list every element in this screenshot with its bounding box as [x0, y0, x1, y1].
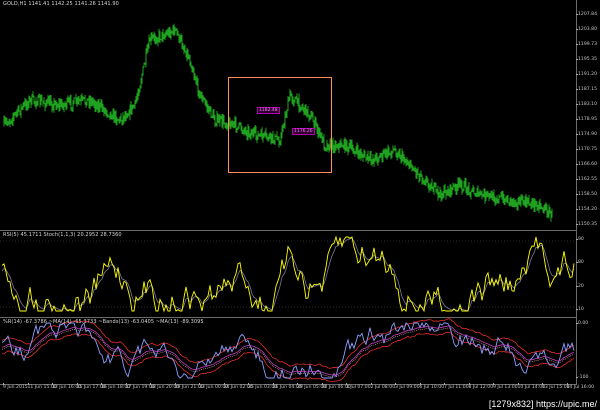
price-marker-lower[interactable]: 1176.26	[292, 128, 315, 135]
price-axis-tick: 1162.55	[576, 177, 597, 182]
rsi-stoch-panel[interactable]: RSI(5) 45.1711 Stoch(1,1,3) 20.2952 28.7…	[0, 231, 577, 318]
bands-lower-line	[2, 332, 575, 383]
time-axis[interactable]: 9 Jun 2015 11 Jun 15:00 12 Jun 16:00 15 Jun…	[0, 383, 594, 395]
rsi-axis[interactable]: 90 80 20 10	[576, 231, 600, 317]
rsi-stoch-lines	[0, 235, 576, 313]
williams-r-label: %R(14) -67.3786 ~MA(14) -65.3733 ~Bands(…	[3, 319, 204, 325]
rsi-axis-tick: 10	[576, 307, 584, 312]
rsi-axis-tick: 20	[576, 283, 584, 289]
highlight-rectangle[interactable]	[228, 77, 332, 173]
price-axis-tick: 1203.80	[576, 27, 597, 32]
williams-r-panel[interactable]: %R(14) -67.3786 ~MA(14) -65.3733 ~Bands(…	[0, 318, 577, 385]
time-axis-label: 2 Jul 08:00	[370, 383, 396, 390]
watermark: [1279x832] https://upic.me/	[488, 399, 597, 409]
price-marker-upper[interactable]: 1182.48	[257, 107, 280, 114]
price-axis-tick: 1150.35	[576, 222, 597, 227]
rsi-stoch-label: RSI(5) 45.1711 Stoch(1,1,3) 20.2952 28.7…	[3, 232, 122, 238]
time-axis-label: 9 Jul 13:00	[493, 383, 518, 390]
time-axis-label: 13 Jul 15:00	[542, 383, 570, 390]
time-axis-label: 9 Jun 2015	[3, 383, 28, 390]
price-axis-tick: 1170.75	[576, 147, 597, 152]
time-axis-label: 3 Jul 09:00	[395, 383, 420, 390]
time-axis-label: 14 Jul 16:00	[566, 383, 595, 390]
symbol-label: GOLD,H1 1141.41 1142.25 1141.26 1141.90	[3, 1, 119, 7]
price-axis[interactable]: 1207.84 1203.80 1199.73 1195.35 1191.20 1187.…	[576, 0, 600, 230]
williams-r-axis[interactable]: 0.00 -100	[575, 318, 600, 384]
williams-r-lines	[1, 318, 575, 383]
williams-r-axis-tick: 0.00	[575, 321, 589, 326]
price-axis-tick: 1178.95	[576, 117, 597, 122]
price-axis-tick: 1158.50	[576, 192, 597, 197]
time-axis-label: 8 Jul 12:00	[468, 383, 494, 390]
price-axis-tick: 1187.15	[576, 87, 597, 92]
price-axis-tick: 1207.84	[576, 12, 597, 17]
time-axis-label: 7 Jul 11:00	[444, 383, 469, 390]
williams-r-axis-tick: -100	[575, 375, 589, 380]
stoch-main-line	[1, 235, 575, 313]
time-axis-label: 1 Jul 07:00	[346, 383, 371, 390]
time-axis-label: 6 Jul 10:00	[419, 383, 445, 390]
time-axis-label: 10 Jul 14:00	[517, 383, 546, 390]
rsi-axis-tick: 90	[576, 237, 584, 242]
price-axis-tick: 1191.20	[576, 72, 597, 77]
price-axis-tick: 1199.73	[576, 42, 597, 47]
price-axis-tick: 1183.10	[576, 102, 597, 107]
price-axis-tick: 1166.60	[576, 162, 597, 167]
price-axis-tick: 1174.90	[576, 132, 597, 137]
price-chart-panel[interactable]: GOLD,H1 1141.41 1142.25 1141.26 1141.90 …	[0, 0, 577, 231]
price-axis-tick: 1154.20	[576, 207, 597, 212]
rsi-axis-tick: 80	[576, 260, 584, 266]
price-axis-tick: 1195.35	[576, 57, 597, 62]
